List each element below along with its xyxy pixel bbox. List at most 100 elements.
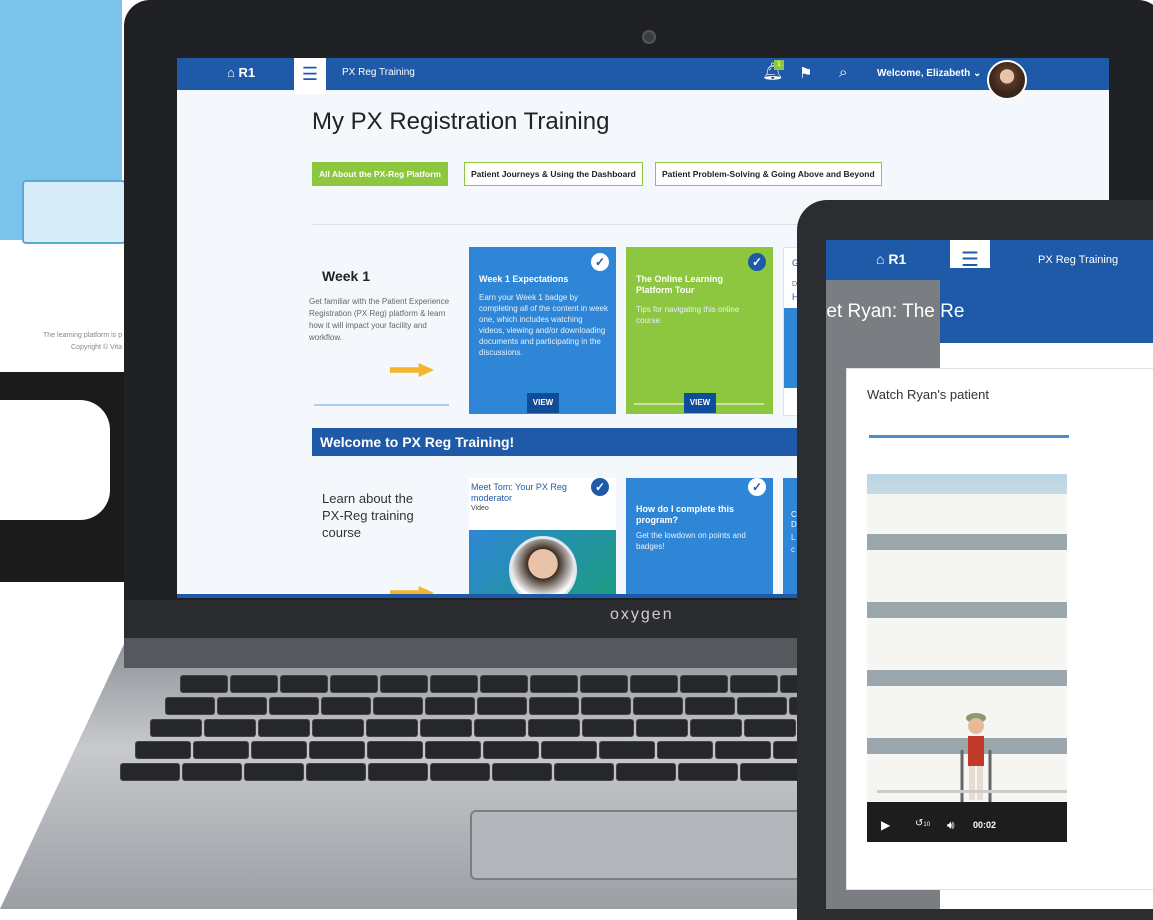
keyboard-key — [251, 741, 307, 759]
tab-patient-journeys[interactable]: Patient Journeys & Using the Dashboard — [464, 162, 643, 186]
keyboard-key — [616, 763, 676, 781]
avatar[interactable] — [987, 60, 1027, 100]
card-title: Week 1 Expectations — [479, 274, 569, 284]
tab-all-about-platform[interactable]: All About the PX-Reg Platform — [312, 162, 448, 186]
page-title: My PX Registration Training — [312, 108, 610, 135]
home-label: R1 — [238, 65, 256, 80]
keyboard-key — [420, 719, 472, 737]
video-time: 00:02 — [973, 820, 997, 830]
breadcrumb[interactable]: PX Reg Training — [1038, 254, 1118, 266]
card-meet-tom[interactable]: Meet Tom: Your PX Reg moderator Video ✓ — [469, 478, 616, 598]
keyboard-key — [636, 719, 688, 737]
breadcrumb[interactable]: PX Reg Training — [342, 67, 415, 78]
modal-content: Watch Ryan's patient ▶ ↺10 🔊︎ 00:02 — [846, 368, 1153, 890]
card-line: C — [791, 510, 797, 519]
keyboard-key — [430, 763, 490, 781]
card-title: Meet Tom: Your PX Reg moderator — [471, 482, 567, 503]
keyboard-key — [367, 741, 423, 759]
keyboard-key — [690, 719, 742, 737]
background-shape-cutout — [0, 400, 110, 520]
keyboard-key — [373, 697, 423, 715]
keyboard-key — [425, 697, 475, 715]
keyboard-key — [380, 675, 428, 693]
keyboard-key — [269, 697, 319, 715]
learn-text: Learn about the PX-Reg training course — [322, 491, 414, 540]
week-description: Get familiar with the Patient Experience… — [309, 297, 450, 342]
keyboard-key — [715, 741, 771, 759]
keyboard-key — [554, 763, 614, 781]
week-title: Week 1 — [322, 268, 370, 284]
keyboard-key — [582, 719, 634, 737]
keyboard-key — [244, 763, 304, 781]
watch-text: Watch Ryan's patient — [867, 387, 989, 402]
card-title: The Online Learning Platform Tour — [636, 274, 724, 295]
check-icon: ✓ — [748, 478, 766, 496]
keyboard-key — [744, 719, 796, 737]
volume-icon[interactable]: 🔊︎ — [947, 818, 955, 833]
user-menu[interactable]: Welcome, Elizabeth ⌄ — [877, 68, 981, 79]
card-week1-expectations[interactable]: Week 1 Expectations Earn your Week 1 bad… — [469, 247, 616, 414]
building-stripe — [867, 602, 1067, 618]
keyboard-key — [120, 763, 180, 781]
keyboard-key — [366, 719, 418, 737]
keyboard-key — [321, 697, 371, 715]
card-description: Tips for navigating this online course. — [636, 305, 740, 325]
background-footer: The learning platform is p Copyright © V… — [0, 330, 122, 354]
keyboard-key — [306, 763, 366, 781]
keyboard-key — [217, 697, 267, 715]
card-description: Get the lowdown on points and badges! — [636, 531, 746, 551]
play-icon[interactable]: ▶ — [881, 818, 890, 832]
keyboard-key — [135, 741, 191, 759]
home-link[interactable]: ⌂ R1 — [227, 65, 255, 80]
view-button[interactable]: VIEW — [527, 393, 559, 413]
card-line: D — [791, 520, 797, 529]
card-type: Video — [471, 505, 489, 512]
laptop-brand: oxygen — [610, 606, 674, 623]
footer-line-1: The learning platform is p — [43, 332, 122, 339]
keyboard-key — [685, 697, 735, 715]
keyboard-key — [492, 763, 552, 781]
video-controls — [867, 802, 1067, 842]
search-icon[interactable]: ⌕ — [839, 64, 847, 81]
video-modal: Meet Ryan: The Re Watch Ryan's patient — [826, 268, 1153, 909]
keyboard-key — [599, 741, 655, 759]
card-platform-tour[interactable]: The Online Learning Platform Tour Tips f… — [626, 247, 773, 414]
card-title: How do I complete this program? — [636, 504, 735, 525]
keyboard-key — [425, 741, 481, 759]
view-button[interactable]: VIEW — [684, 393, 716, 413]
keyboard-key — [312, 719, 364, 737]
megaphone-icon[interactable]: ⚑ — [799, 64, 812, 82]
chevron-down-icon: ⌄ — [972, 68, 982, 79]
keyboard-key — [480, 675, 528, 693]
keyboard-key — [530, 675, 578, 693]
keyboard-key — [430, 675, 478, 693]
keyboard-key — [309, 741, 365, 759]
keyboard-key — [657, 741, 713, 759]
keyboard-key — [330, 675, 378, 693]
tab-patient-problem-solving[interactable]: Patient Problem-Solving & Going Above an… — [655, 162, 882, 186]
home-link[interactable]: ⌂ R1 — [876, 251, 906, 267]
card-description: Earn your Week 1 badge by completing all… — [479, 293, 608, 357]
rewind-icon[interactable]: ↺10 — [915, 818, 930, 829]
building-stripe — [867, 670, 1067, 686]
keyboard-key — [740, 763, 800, 781]
keyboard-key — [541, 741, 597, 759]
hamburger-menu-icon[interactable]: ☰ — [294, 58, 326, 94]
keyboard-key — [368, 763, 428, 781]
card-how-complete[interactable]: How do I complete this program? Get the … — [626, 478, 773, 598]
divider — [869, 435, 1069, 438]
tablet-screen: ⌂ R1 ☰ PX Reg Training Meet Ryan: The Re… — [826, 240, 1153, 909]
rewind-seconds: 10 — [923, 822, 931, 828]
keyboard-key — [730, 675, 778, 693]
modal-title: Meet Ryan: The Re — [826, 301, 965, 322]
home-icon: ⌂ — [227, 65, 235, 80]
video-progress-bar[interactable] — [877, 790, 1067, 793]
keyboard-key — [165, 697, 215, 715]
keyboard-key — [230, 675, 278, 693]
welcome-text: Welcome, Elizabeth — [877, 68, 971, 79]
check-icon: ✓ — [748, 253, 766, 271]
keyboard-key — [182, 763, 242, 781]
video-player[interactable]: ▶ ↺10 🔊︎ 00:02 — [867, 474, 1067, 842]
card-line: L — [791, 533, 796, 542]
progress-line — [314, 404, 449, 406]
